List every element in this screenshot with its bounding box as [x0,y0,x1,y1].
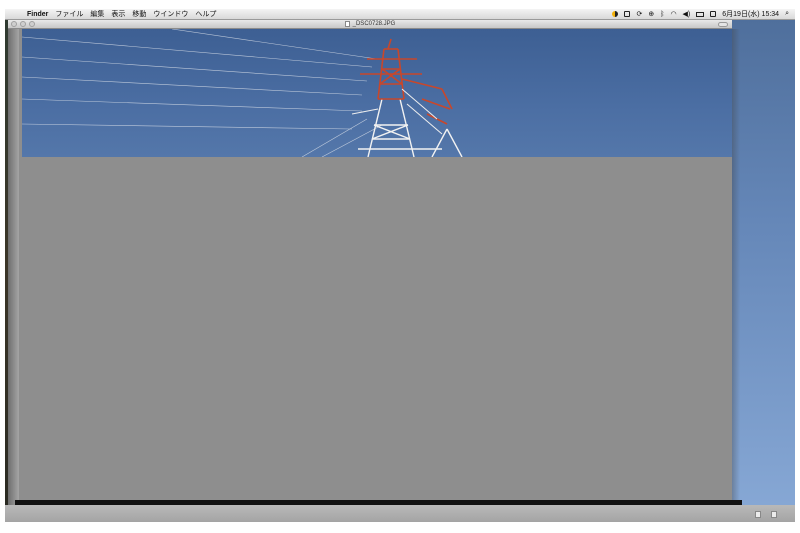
spotlight-search-icon[interactable]: ⌕ [785,10,789,18]
power-lines [21,28,383,158]
menu-go[interactable]: 移動 [132,9,146,19]
tower-white-braces [351,88,443,135]
window-title: _DSC0728.JPG [352,21,396,27]
tower-red-section [360,38,453,125]
menu-file[interactable]: ファイル [55,9,83,19]
power-tower-photo [21,28,463,158]
input-menu-icon[interactable] [710,11,717,17]
screen: Finder ファイル 編集 表示 移動 ウインドウ ヘルプ ⟳ ⊕ ᛒ ◠ ◀… [5,9,795,522]
bottom-strip [5,505,795,522]
window-shadow [732,29,740,509]
window-controls [11,21,38,27]
bottom-control-right[interactable] [771,511,777,518]
image-loading-area [22,157,732,510]
status-area: ⟳ ⊕ ᛒ ◠ ◀) 6月19日(水) 15:34 ⌕ [606,9,789,19]
close-button[interactable] [11,21,17,27]
bottom-right-controls [755,511,777,519]
preview-window: _DSC0728.JPG [8,20,732,510]
menu-view[interactable]: 表示 [111,9,125,19]
volume-icon[interactable]: ◀) [683,10,691,18]
document-icon[interactable] [344,21,350,27]
menu-window[interactable]: ウインドウ [153,9,188,19]
battery-icon[interactable] [696,11,705,17]
minimize-button[interactable] [20,21,26,27]
menu-help[interactable]: ヘルプ [195,9,216,19]
clock-datetime[interactable]: 6月19日(水) 15:34 [722,9,779,19]
menu-app-finder[interactable]: Finder [27,11,48,18]
wifi-icon[interactable]: ◠ [670,10,676,18]
bottom-control-left[interactable] [755,511,761,518]
bluetooth-icon[interactable]: ᛒ [660,11,664,18]
photo-view [21,28,732,158]
zoom-button[interactable] [29,21,35,27]
toolbar-toggle-button[interactable] [718,22,728,27]
window-left-edge [8,29,19,510]
menu-edit[interactable]: 編集 [90,9,104,19]
time-machine-icon[interactable]: ⊕ [648,10,654,18]
evernote-icon[interactable] [624,11,631,17]
status-app-icon[interactable] [612,11,619,17]
sync-icon[interactable]: ⟳ [636,10,642,18]
window-title-bar[interactable]: _DSC0728.JPG [8,20,732,29]
menu-bar: Finder ファイル 編集 表示 移動 ウインドウ ヘルプ ⟳ ⊕ ᛒ ◠ ◀… [5,9,795,20]
